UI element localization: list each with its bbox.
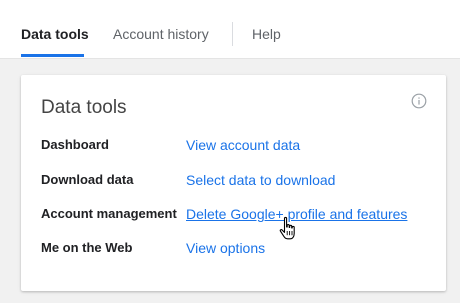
info-icon[interactable] <box>411 93 427 109</box>
row-label-account-management: Account management <box>41 206 177 221</box>
tab-help[interactable]: Help <box>252 26 281 42</box>
row-label-download-data: Download data <box>41 172 134 187</box>
delete-google-plus-profile-link[interactable]: Delete Google+ profile and features <box>186 206 407 222</box>
view-options-link[interactable]: View options <box>186 240 265 256</box>
select-data-to-download-link[interactable]: Select data to download <box>186 172 335 188</box>
tab-divider <box>232 22 233 46</box>
tab-account-history[interactable]: Account history <box>113 26 209 42</box>
card-title: Data tools <box>41 97 127 118</box>
view-account-data-link[interactable]: View account data <box>186 137 300 153</box>
row-label-dashboard: Dashboard <box>41 137 109 152</box>
active-tab-indicator <box>21 54 84 57</box>
top-tab-bar: Data tools Account history Help <box>0 0 460 59</box>
data-tools-card: Data tools Dashboard View account data D… <box>21 75 446 291</box>
row-label-me-on-the-web: Me on the Web <box>41 240 133 255</box>
tab-data-tools[interactable]: Data tools <box>21 26 89 42</box>
